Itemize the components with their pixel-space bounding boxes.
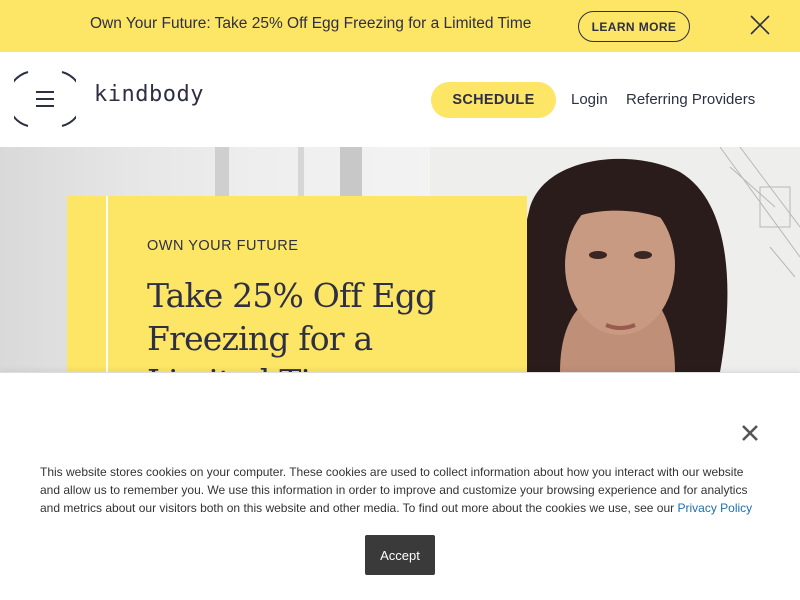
hero-card: OWN YOUR FUTURE Take 25% Off Egg Freezin… bbox=[67, 196, 527, 372]
learn-more-button[interactable]: LEARN MORE bbox=[578, 11, 690, 42]
cookie-message: This website stores cookies on your comp… bbox=[40, 465, 748, 515]
privacy-policy-link[interactable]: Privacy Policy bbox=[677, 501, 752, 515]
schedule-button[interactable]: SCHEDULE bbox=[431, 82, 556, 118]
hero-section: OWN YOUR FUTURE Take 25% Off Egg Freezin… bbox=[0, 147, 800, 372]
accept-button[interactable]: Accept bbox=[365, 535, 435, 575]
cookie-banner: This website stores cookies on your comp… bbox=[0, 372, 800, 600]
kindbody-logo[interactable]: kindbody bbox=[94, 82, 204, 107]
nav-login-link[interactable]: Login bbox=[571, 91, 608, 108]
card-divider bbox=[106, 196, 108, 372]
hamburger-menu-icon[interactable] bbox=[6, 70, 84, 128]
close-icon[interactable] bbox=[740, 423, 760, 443]
hero-eyebrow: OWN YOUR FUTURE bbox=[147, 238, 299, 254]
promo-banner: Own Your Future: Take 25% Off Egg Freezi… bbox=[0, 0, 800, 52]
site-header: kindbody SCHEDULE Login Referring Provid… bbox=[0, 52, 800, 147]
nav-referring-providers-link[interactable]: Referring Providers bbox=[626, 91, 755, 108]
cookie-text: This website stores cookies on your comp… bbox=[40, 463, 760, 517]
hero-headline: Take 25% Off Egg Freezing for a Limited … bbox=[147, 276, 436, 372]
promo-text: Own Your Future: Take 25% Off Egg Freezi… bbox=[90, 15, 532, 32]
close-icon[interactable] bbox=[748, 13, 772, 37]
